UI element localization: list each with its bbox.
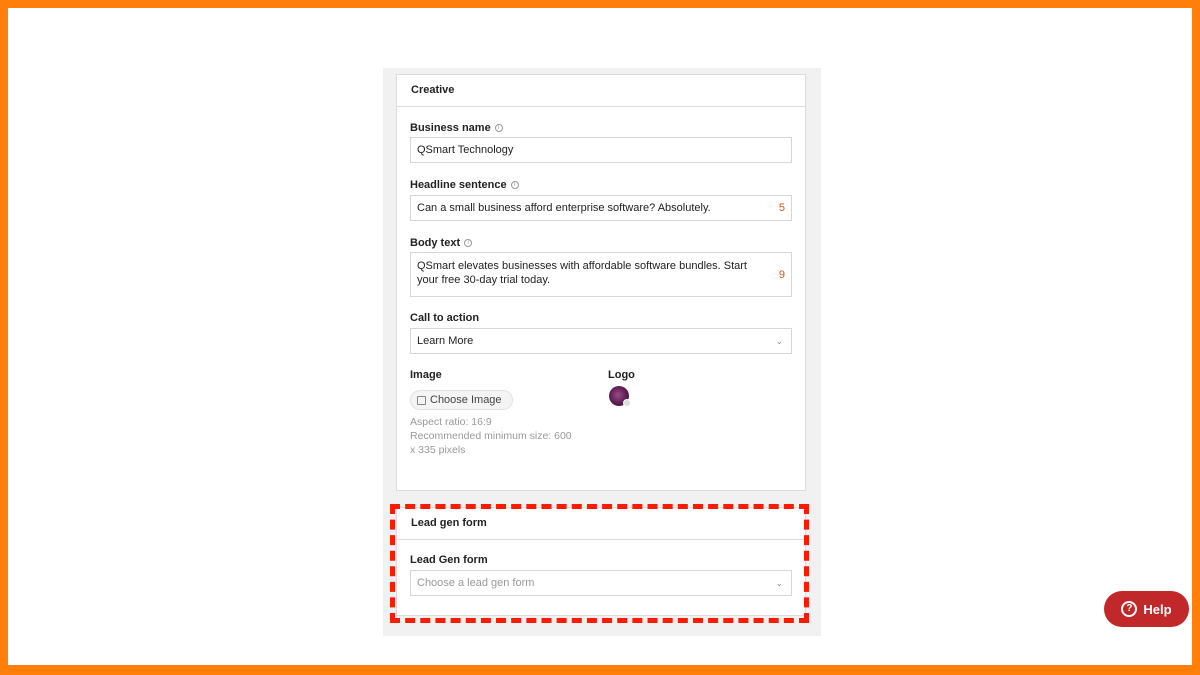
help-button[interactable]: ? Help [1104, 591, 1189, 627]
headline-input[interactable]: Can a small business afford enterprise s… [410, 195, 792, 221]
info-icon[interactable]: i [510, 181, 519, 190]
body-text-input[interactable]: QSmart elevates businesses with affordab… [410, 252, 792, 297]
headline-label: Headline sentence i [410, 179, 519, 191]
body-counter: 9 [778, 269, 785, 281]
business-name-input[interactable]: QSmart Technology [410, 137, 792, 163]
body-text-label: Body text i [410, 237, 473, 249]
size-hint: Recommended minimum size: 600 [410, 430, 572, 442]
cta-label: Call to action [410, 312, 480, 324]
chevron-down-icon: ⌄ [775, 335, 783, 346]
logo-label: Logo [608, 369, 635, 381]
edit-logo-icon[interactable] [623, 399, 631, 407]
creative-title: Creative [397, 75, 805, 107]
highlight-box [390, 504, 809, 623]
image-icon [417, 395, 426, 405]
cta-select[interactable]: Learn More ⌄ [410, 328, 792, 354]
aspect-ratio-hint: Aspect ratio: 16:9 [410, 416, 492, 428]
info-icon[interactable]: i [494, 124, 503, 133]
question-icon: ? [1121, 601, 1138, 617]
image-label: Image [410, 369, 442, 381]
headline-counter: 5 [778, 202, 785, 214]
business-name-label: Business name i [410, 122, 503, 134]
choose-image-button[interactable]: Choose Image [410, 390, 513, 410]
size-hint-cont: x 335 pixels [410, 444, 466, 456]
info-icon[interactable]: i [464, 239, 473, 248]
